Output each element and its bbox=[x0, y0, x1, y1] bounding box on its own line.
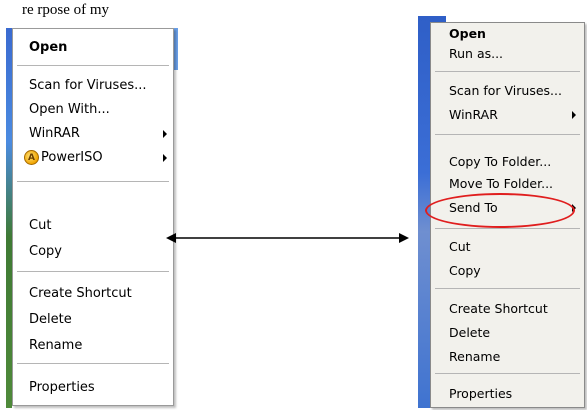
menu-item-run-as[interactable]: Run as... bbox=[449, 43, 503, 65]
menu-item-winrar[interactable]: WinRAR bbox=[449, 104, 498, 126]
menu-separator bbox=[435, 228, 580, 229]
menu-separator bbox=[435, 373, 580, 374]
menu-item-create-shortcut[interactable]: Create Shortcut bbox=[449, 298, 548, 320]
highlight-ellipse bbox=[425, 193, 575, 228]
submenu-arrow-icon bbox=[572, 111, 576, 119]
menu-separator bbox=[435, 288, 580, 289]
menu-separator bbox=[435, 134, 580, 135]
menu-item-properties[interactable]: Properties bbox=[449, 383, 512, 405]
menu-item-copy[interactable]: Copy bbox=[449, 260, 481, 282]
context-menu-right: Open Run as... Scan for Viruses... WinRA… bbox=[425, 22, 585, 408]
menu-item-cut[interactable]: Cut bbox=[449, 236, 471, 258]
menu-item-delete[interactable]: Delete bbox=[449, 322, 490, 344]
menu-separator bbox=[435, 71, 580, 72]
menu-item-open[interactable]: Open bbox=[449, 23, 486, 45]
menu-item-move-to-folder[interactable]: Move To Folder... bbox=[449, 173, 553, 195]
menu-item-rename[interactable]: Rename bbox=[449, 346, 500, 368]
menu-item-scan-for-viruses[interactable]: Scan for Viruses... bbox=[449, 80, 562, 102]
menu-item-copy-to-folder[interactable]: Copy To Folder... bbox=[449, 151, 551, 173]
